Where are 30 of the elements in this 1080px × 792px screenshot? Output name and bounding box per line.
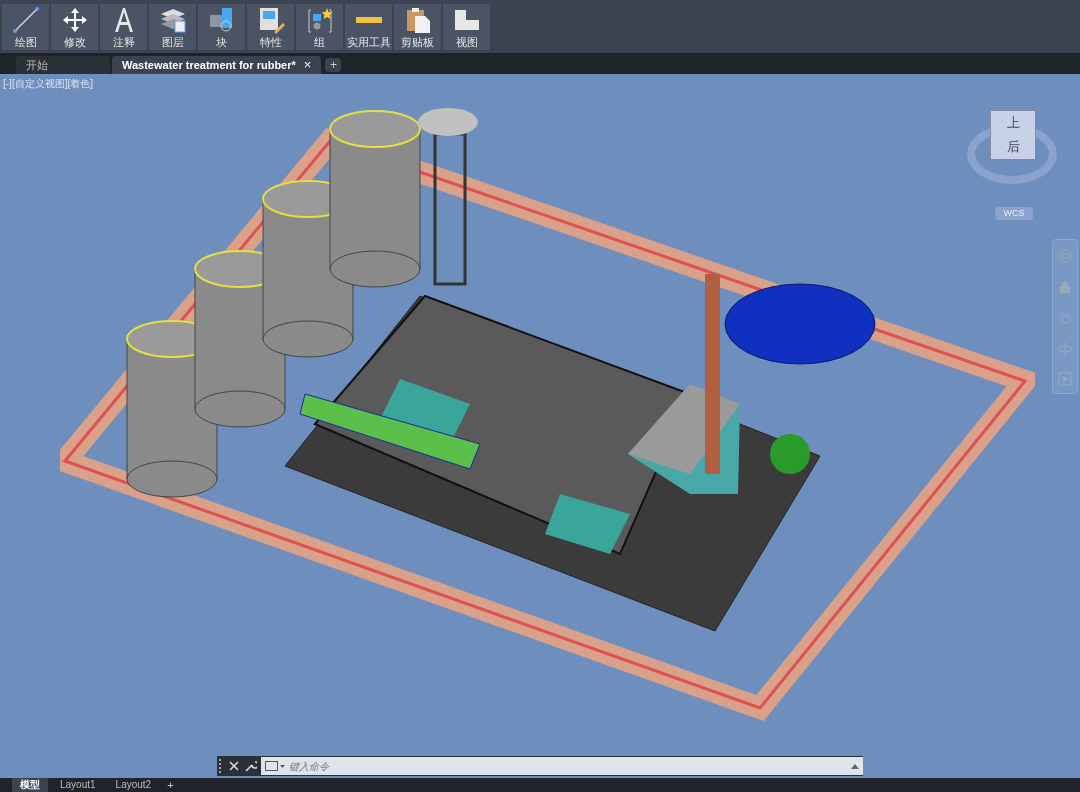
tab-label: 开始 bbox=[26, 57, 48, 73]
layout-tab[interactable]: 模型 bbox=[12, 778, 48, 792]
file-tab[interactable]: Wastewater treatment for rubber* × bbox=[112, 56, 322, 74]
command-field[interactable]: 键入命令 bbox=[261, 757, 863, 775]
ribbon-button[interactable]: 块 bbox=[198, 4, 245, 50]
ribbon-button[interactable]: 剪贴板 bbox=[394, 4, 441, 50]
model-viewport[interactable]: [-][自定义视图][着色] 上 后 WCS 键入命令 bbox=[0, 74, 1080, 778]
ribbon-button[interactable]: 绘图 bbox=[2, 4, 49, 50]
viewcube-top-label: 上 bbox=[1006, 114, 1020, 133]
layout-tab[interactable]: Layout2 bbox=[107, 778, 160, 792]
ribbon-button[interactable]: 视图 bbox=[443, 4, 490, 50]
new-layout-button[interactable]: + bbox=[163, 779, 178, 791]
new-tab-button[interactable]: + bbox=[325, 58, 342, 72]
ribbon-button[interactable]: 注释 bbox=[100, 4, 147, 50]
line-icon bbox=[11, 6, 40, 34]
ribbon-button[interactable]: 组 bbox=[296, 4, 343, 50]
command-history-icon[interactable] bbox=[265, 761, 285, 771]
ribbon-button[interactable]: 图层 bbox=[149, 4, 196, 50]
layout-tab[interactable]: Layout1 bbox=[52, 778, 104, 792]
tab-label: Wastewater treatment for rubber* bbox=[122, 57, 296, 73]
ribbon-button[interactable]: 特性 bbox=[247, 4, 294, 50]
ribbon-button[interactable]: 实用工具 bbox=[345, 4, 392, 50]
viewcube-face-label: 后 bbox=[1006, 138, 1020, 157]
caret-up-icon[interactable] bbox=[851, 763, 859, 769]
close-icon[interactable] bbox=[229, 761, 239, 771]
file-tab[interactable]: 开始 bbox=[16, 56, 110, 74]
close-icon[interactable]: × bbox=[303, 55, 312, 75]
ribbon-button[interactable]: 修改 bbox=[51, 4, 98, 50]
group-icon bbox=[305, 6, 334, 34]
ruler-icon bbox=[355, 17, 382, 23]
